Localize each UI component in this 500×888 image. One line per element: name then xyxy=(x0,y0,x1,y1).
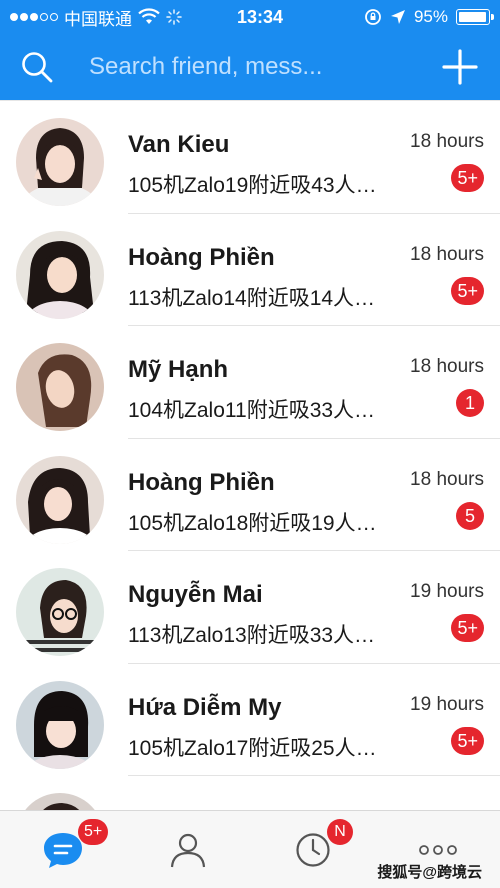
conversation-item[interactable]: Mỹ Hạnh 104机Zalo11附近吸33人… 18 hours 1 xyxy=(0,326,500,439)
avatar xyxy=(16,343,104,431)
timeline-badge: N xyxy=(327,819,353,845)
contacts-person-icon xyxy=(170,833,205,868)
clock-icon xyxy=(295,833,330,867)
message-time: 18 hours xyxy=(410,468,484,490)
tab-messages[interactable]: 5+ xyxy=(0,811,125,888)
tab-contacts[interactable] xyxy=(125,811,250,888)
rotation-lock-icon xyxy=(365,9,381,25)
signal-strength-icon xyxy=(10,13,58,21)
contact-name: Mỹ Hạnh xyxy=(128,356,229,383)
message-preview: 105机Zalo17附近吸25人… xyxy=(128,736,377,760)
contact-name: Hoàng Phiền xyxy=(128,243,275,271)
status-bar: 中国联通 13:34 95% xyxy=(0,0,500,34)
status-left: 中国联通 xyxy=(10,5,200,30)
status-time: 13:34 xyxy=(236,6,284,27)
unread-badge: 5+ xyxy=(451,614,484,642)
message-bubble-icon xyxy=(43,833,82,868)
contact-name: Nguyễn Mai xyxy=(128,581,263,608)
carrier-label: 中国联通 xyxy=(64,9,132,29)
status-right: 95% xyxy=(340,7,494,27)
wifi-icon xyxy=(138,8,160,24)
more-dots-icon xyxy=(418,845,457,855)
message-preview: 104机Zalo11附近吸33人… xyxy=(128,399,376,422)
contact-name: Hứa Diễm My xyxy=(128,693,282,721)
message-preview: 105机Zalo19附近吸43人… xyxy=(128,174,377,197)
tab-timeline[interactable]: N xyxy=(250,811,375,888)
watermark-text: 搜狐号@跨境云 xyxy=(377,864,482,881)
message-time: 19 hours xyxy=(410,693,484,715)
conversation-item[interactable]: Hoàng Phiền 113机Zalo14附近吸14人… 18 hours 5… xyxy=(0,214,500,326)
contact-name: Van Kieu xyxy=(128,131,230,158)
unread-badge: 5+ xyxy=(451,726,484,755)
battery-percent: 95% xyxy=(413,7,448,26)
search-input[interactable] xyxy=(89,47,409,87)
message-preview: 113机Zalo14附近吸14人… xyxy=(128,286,376,310)
unread-badge: 5+ xyxy=(451,276,484,305)
message-preview: 113机Zalo13附近吸33人… xyxy=(128,624,376,647)
unread-badge: 1 xyxy=(456,389,484,417)
unread-badge: 5 xyxy=(456,501,484,530)
conversation-item[interactable]: Van Kieu 105机Zalo19附近吸43人… 18 hours 5+ xyxy=(0,101,500,214)
message-preview: 105机Zalo18附近吸19人… xyxy=(128,511,377,535)
battery-icon xyxy=(456,9,494,25)
conversation-item[interactable]: Hoàng Phiền 105机Zalo18附近吸19人… 18 hours 5 xyxy=(0,439,500,551)
message-time: 18 hours xyxy=(410,131,484,152)
search-icon[interactable] xyxy=(20,50,54,84)
messages-badge: 5+ xyxy=(78,819,109,845)
search-header xyxy=(0,34,500,100)
message-time: 18 hours xyxy=(410,243,484,265)
bottom-tab-bar: 5+ N 搜狐号@跨境云 xyxy=(0,810,500,888)
tab-more[interactable]: 搜狐号@跨境云 xyxy=(375,811,500,888)
avatar xyxy=(16,455,104,544)
conversation-item-partial[interactable] xyxy=(0,776,500,810)
loading-spinner-icon xyxy=(166,9,182,25)
contact-name: Hoàng Phiền xyxy=(128,468,275,496)
conversation-item[interactable]: Nguyễn Mai 113机Zalo13附近吸33人… 19 hours 5+ xyxy=(0,551,500,664)
conversation-item[interactable]: Hứa Diễm My 105机Zalo17附近吸25人… 19 hours 5… xyxy=(0,664,500,776)
add-button[interactable] xyxy=(442,49,478,85)
avatar xyxy=(16,680,104,769)
avatar xyxy=(16,568,104,656)
message-time: 19 hours xyxy=(410,581,484,602)
avatar xyxy=(16,793,104,810)
conversation-list[interactable]: Van Kieu 105机Zalo19附近吸43人… 18 hours 5+ H… xyxy=(0,100,500,810)
avatar xyxy=(16,118,104,206)
message-time: 18 hours xyxy=(410,356,484,377)
unread-badge: 5+ xyxy=(451,164,484,192)
avatar xyxy=(16,230,104,319)
location-arrow-icon xyxy=(390,10,405,24)
